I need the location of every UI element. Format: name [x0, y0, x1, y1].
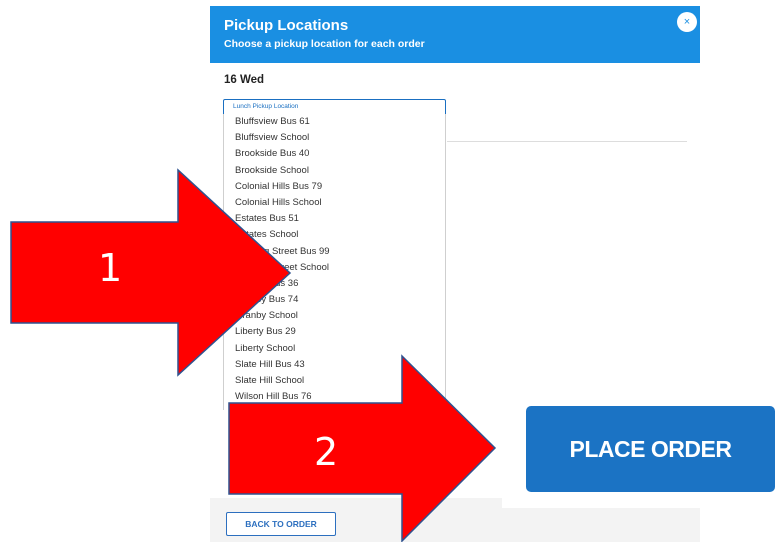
arrow-1-shape	[10, 168, 292, 377]
arrow-1-label: 1	[98, 246, 123, 290]
arrow-2-shape	[228, 354, 497, 542]
arrow-2-label: 2	[314, 430, 339, 474]
